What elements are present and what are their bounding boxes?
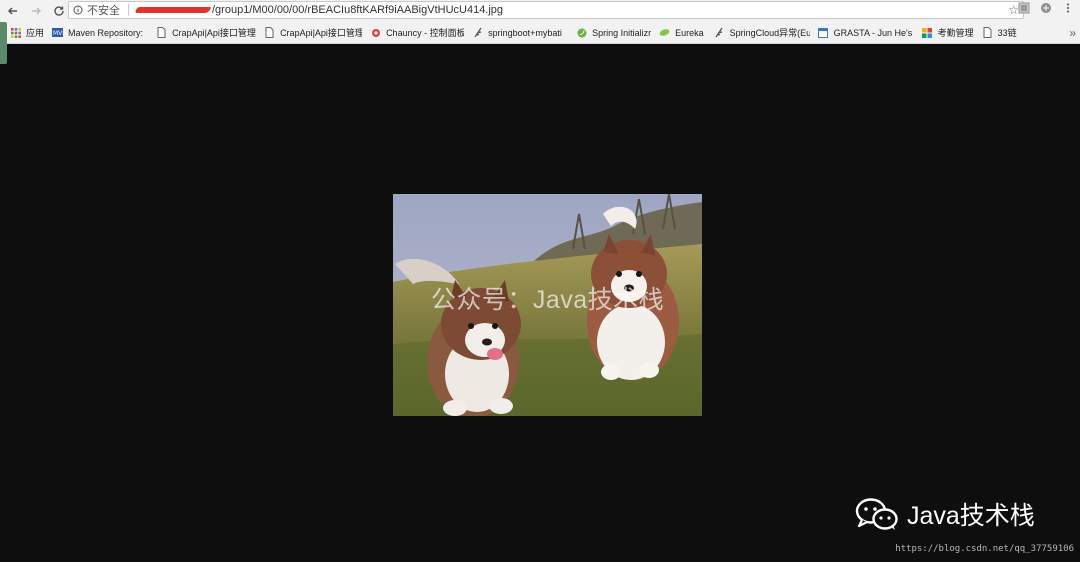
page-icon	[156, 27, 167, 38]
reload-button[interactable]	[49, 1, 69, 21]
extensions-area	[1018, 2, 1074, 14]
bookmark-grasta[interactable]: GRASTA - Jun He's	[818, 27, 914, 38]
bookmark-label: Spring Initializr	[592, 27, 652, 38]
bookmark-kaoqin[interactable]: 考勤管理	[922, 26, 974, 39]
omnibox-divider	[128, 4, 129, 16]
page-icon	[264, 27, 275, 38]
wechat-icon	[855, 498, 898, 530]
bookmark-label: Maven Repository:	[68, 27, 144, 38]
leaf-icon	[659, 27, 670, 38]
windmill-icon	[922, 27, 933, 38]
arrow-left-icon	[7, 7, 17, 15]
apps-grid-icon	[10, 27, 21, 38]
info-icon	[73, 5, 83, 15]
url-redaction	[134, 7, 212, 14]
url-text[interactable]: /group1/M00/00/00/rBEACIu8ftKARf9iAABigV…	[134, 4, 504, 16]
bookmarks-overflow-icon[interactable]: »	[1069, 26, 1076, 40]
brand-name: Java技术栈	[907, 502, 1035, 530]
back-button[interactable]	[3, 1, 23, 21]
bookmark-spring-initializr[interactable]: Spring Initializr	[576, 27, 651, 38]
bookmark-crapapi-2[interactable]: CrapApi|Api接口管理	[264, 26, 362, 39]
bookmark-label: CrapApi|Api接口管理	[172, 28, 256, 38]
maven-icon: MVN	[52, 27, 64, 38]
bookmark-label: Eureka	[675, 27, 704, 38]
security-indicator[interactable]: 不安全	[73, 2, 120, 18]
reload-icon	[54, 6, 64, 16]
bookmark-maven[interactable]: MVN Maven Repository:	[52, 27, 143, 38]
bookmark-chauncy[interactable]: Chauncy - 控制面板	[370, 26, 464, 39]
viewed-image: 公众号：Java技术栈	[393, 194, 702, 416]
bookmark-label: Chauncy - 控制面板	[386, 28, 465, 38]
bookmark-apps[interactable]: 应用	[10, 26, 44, 39]
bookmark-springboot[interactable]: springboot+mybati	[472, 27, 568, 38]
bookmark-eureka[interactable]: Eureka	[659, 27, 704, 38]
bookmarks-bar: 应用 MVN Maven Repository: CrapApi|Api接口管理…	[0, 22, 1080, 44]
brand-watermark: Java技术栈	[855, 496, 1035, 532]
security-label: 不安全	[87, 5, 120, 17]
side-extension-tab[interactable]	[0, 22, 7, 64]
bookmark-33[interactable]: 33链	[982, 26, 1017, 39]
svg-text:MVN: MVN	[53, 30, 63, 37]
bookmark-springcloud[interactable]: SpringCloud异常(Eu	[714, 26, 810, 39]
forward-button[interactable]	[26, 1, 46, 21]
bookmark-label: springboot+mybati	[488, 27, 562, 38]
gear-red-icon	[370, 27, 381, 38]
extension-icon[interactable]	[1018, 2, 1030, 14]
bookmark-label: 33链	[997, 28, 1017, 38]
bookmark-label: 应用	[26, 28, 45, 38]
bookmark-crapapi-1[interactable]: CrapApi|Api接口管理	[156, 26, 256, 39]
spring-icon	[576, 27, 587, 38]
page-icon	[982, 27, 993, 38]
url-path: /group1/M00/00/00/rBEACIu8ftKARf9iAABigV…	[212, 4, 504, 16]
translate-extension-icon[interactable]	[1040, 2, 1052, 14]
menu-icon[interactable]	[1062, 2, 1074, 14]
feather-icon	[472, 27, 483, 38]
bookmark-label: 考勤管理	[937, 28, 974, 38]
arrow-right-icon	[32, 7, 42, 15]
calendar-icon	[818, 27, 829, 38]
csdn-watermark: https://blog.csdn.net/qq_37759106	[895, 544, 1074, 554]
bookmark-label: CrapApi|Api接口管理	[280, 28, 363, 38]
image-watermark: 公众号：Java技术栈	[430, 286, 665, 314]
browser-toolbar: 不安全 /group1/M00/00/00/rBEACIu8ftKARf9iAA…	[0, 0, 1080, 22]
bookmark-label: GRASTA - Jun He's	[833, 27, 913, 38]
feather-icon	[714, 27, 725, 38]
bookmark-label: SpringCloud异常(Eu	[729, 28, 810, 38]
address-bar[interactable]: 不安全 /group1/M00/00/00/rBEACIu8ftKARf9iAA…	[68, 1, 1024, 19]
